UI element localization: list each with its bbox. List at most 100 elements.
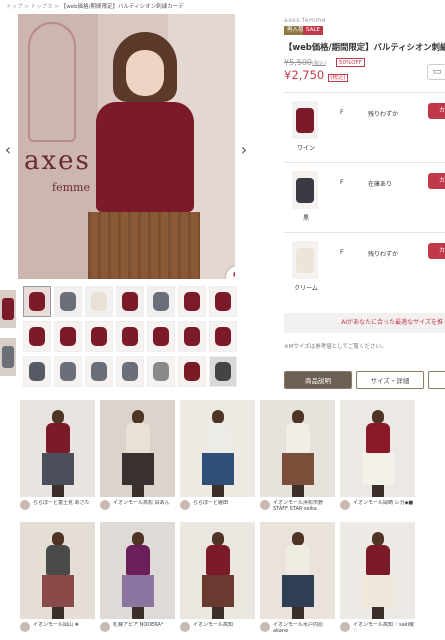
- coordinate-card[interactable]: ららぽーと磐田: [180, 400, 255, 513]
- coordinate-photo[interactable]: [20, 522, 95, 619]
- thumbnail-image[interactable]: [209, 321, 237, 352]
- staff-name: イオンモール水戸内原 akane: [273, 622, 324, 634]
- thumbnail-image[interactable]: [54, 321, 82, 352]
- thumbnail-grid: [23, 286, 237, 387]
- model-legs: [212, 485, 224, 497]
- avatar: [100, 500, 110, 510]
- staff-info[interactable]: イオンモール高知: [180, 622, 255, 635]
- model-top: [366, 545, 390, 575]
- tab-more[interactable]: [428, 371, 445, 389]
- coordinate-card[interactable]: イオンモール高松 白あん: [100, 400, 175, 513]
- thumbnail-image[interactable]: [116, 286, 144, 317]
- thumbnail-image[interactable]: [116, 356, 144, 387]
- avatar: [340, 622, 350, 632]
- model-legs: [132, 607, 144, 619]
- thumbnail-image[interactable]: [85, 356, 113, 387]
- variant-stock-status: 在庫あり: [368, 181, 393, 188]
- thumbnail-image[interactable]: [23, 356, 51, 387]
- thumbnail-image[interactable]: [54, 286, 82, 317]
- model-hair: [52, 532, 64, 546]
- variant-garment: [296, 248, 314, 273]
- staff-info[interactable]: イオンモール浜松市野 STAFF STAR seika: [260, 500, 335, 513]
- breadcrumb-current: 【web価格/期間限定】バルティシオン刺繍カーデ: [60, 4, 184, 10]
- model-top: [46, 545, 70, 575]
- thumbnail-image[interactable]: [54, 356, 82, 387]
- variant-row: 黒 F 在庫あり カ: [284, 162, 445, 232]
- coordinate-card[interactable]: イオンモール高知: [180, 522, 255, 635]
- coordinate-photo[interactable]: [20, 400, 95, 497]
- variant-image[interactable]: [292, 171, 318, 209]
- coordinate-card[interactable]: イオンモール岡山 ❖: [20, 522, 95, 635]
- variant-image[interactable]: [292, 241, 318, 279]
- coordinate-card[interactable]: イオンモール岡崎 レガ◆■: [340, 400, 415, 513]
- thumbnail-garment: [91, 362, 107, 381]
- carousel-peek-image[interactable]: [0, 338, 16, 376]
- thumbnail-garment: [153, 292, 169, 311]
- staff-info[interactable]: イオンモール水戸内原 akane: [260, 622, 335, 635]
- thumbnail-garment: [215, 292, 231, 311]
- thumbnail-image[interactable]: [147, 321, 175, 352]
- brand-name[interactable]: axes femme: [284, 17, 326, 24]
- thumbnail-image[interactable]: [85, 321, 113, 352]
- add-to-cart-button[interactable]: カ: [428, 103, 445, 119]
- breadcrumb-item-top[interactable]: トップ: [6, 4, 23, 10]
- staff-info[interactable]: 札幌アピア NODERA*: [100, 622, 175, 635]
- coordinate-photo[interactable]: [100, 522, 175, 619]
- thumbnail-garment: [184, 292, 200, 311]
- staff-info[interactable]: イオンモール岡崎 レガ◆■: [340, 500, 415, 513]
- staff-info[interactable]: ららぽーと磐田: [180, 500, 255, 513]
- thumbnail-garment: [122, 327, 138, 346]
- model-top: [286, 423, 310, 453]
- coordinate-photo[interactable]: [180, 522, 255, 619]
- thumbnail-image[interactable]: [178, 321, 206, 352]
- cart-icon[interactable]: ▭: [427, 64, 445, 80]
- thumbnail-image[interactable]: [23, 286, 51, 317]
- coordinate-card[interactable]: イオンモール浜松市野 STAFF STAR seika: [260, 400, 335, 513]
- thumbnail-image[interactable]: [178, 356, 206, 387]
- staff-info[interactable]: イオンモール高知 ♡saki曜♡: [340, 622, 415, 635]
- thumbnail-garment: [153, 327, 169, 346]
- staff-info[interactable]: ららぽーと富士見 あさた: [20, 500, 95, 513]
- staff-info[interactable]: イオンモール岡山 ❖: [20, 622, 95, 635]
- model-skirt: [202, 453, 234, 485]
- variant-image[interactable]: [292, 101, 318, 139]
- model-hair: [292, 410, 304, 424]
- coordinate-card[interactable]: ららぽーと富士見 あさた: [20, 400, 95, 513]
- thumbnail-image[interactable]: [209, 286, 237, 317]
- coordinate-photo[interactable]: [260, 400, 335, 497]
- thumbnail-image[interactable]: [147, 286, 175, 317]
- coordinate-card[interactable]: イオンモール水戸内原 akane: [260, 522, 335, 635]
- tab-description[interactable]: 商品説明: [284, 371, 352, 389]
- prev-image-arrow-icon[interactable]: ‹: [1, 140, 15, 160]
- thumbnail-image[interactable]: [23, 321, 51, 352]
- variant-garment: [296, 108, 314, 133]
- variant-color-name: クリーム: [294, 285, 318, 292]
- thumbnail-image[interactable]: [116, 321, 144, 352]
- add-to-cart-button[interactable]: カ: [428, 243, 445, 259]
- thumbnail-image[interactable]: [147, 356, 175, 387]
- thumbnail-image[interactable]: [85, 286, 113, 317]
- main-product-image[interactable]: axes femme ♥: [18, 14, 235, 279]
- coordinate-photo[interactable]: [340, 400, 415, 497]
- model-top: [286, 545, 310, 575]
- coordinate-card[interactable]: イオンモール高知 ♡saki曜♡: [340, 522, 415, 635]
- tab-size-detail[interactable]: サイズ・詳細: [356, 371, 424, 389]
- breadcrumb-item-tops[interactable]: トップス: [31, 4, 53, 10]
- add-to-cart-button[interactable]: カ: [428, 173, 445, 189]
- next-image-arrow-icon[interactable]: ›: [237, 140, 251, 160]
- thumbnail-image[interactable]: [209, 356, 237, 387]
- coordinate-photo[interactable]: [180, 400, 255, 497]
- coordinate-photo[interactable]: [260, 522, 335, 619]
- model-hair: [132, 410, 144, 424]
- thumbnail-image[interactable]: [178, 286, 206, 317]
- coordinate-photo[interactable]: [100, 400, 175, 497]
- coordinate-card[interactable]: 札幌アピア NODERA*: [100, 522, 175, 635]
- variant-stock-status: 残りわずか: [368, 251, 399, 258]
- carousel-peek-image[interactable]: [0, 290, 16, 328]
- staff-info[interactable]: イオンモール高松 白あん: [100, 500, 175, 513]
- model-top: [366, 423, 390, 453]
- coordinate-photo[interactable]: [340, 522, 415, 619]
- ai-size-recommend-banner[interactable]: AIがあなたに合った最適なサイズを推: [284, 313, 445, 333]
- thumbnail-garment: [91, 292, 107, 311]
- model-skirt: [362, 575, 394, 607]
